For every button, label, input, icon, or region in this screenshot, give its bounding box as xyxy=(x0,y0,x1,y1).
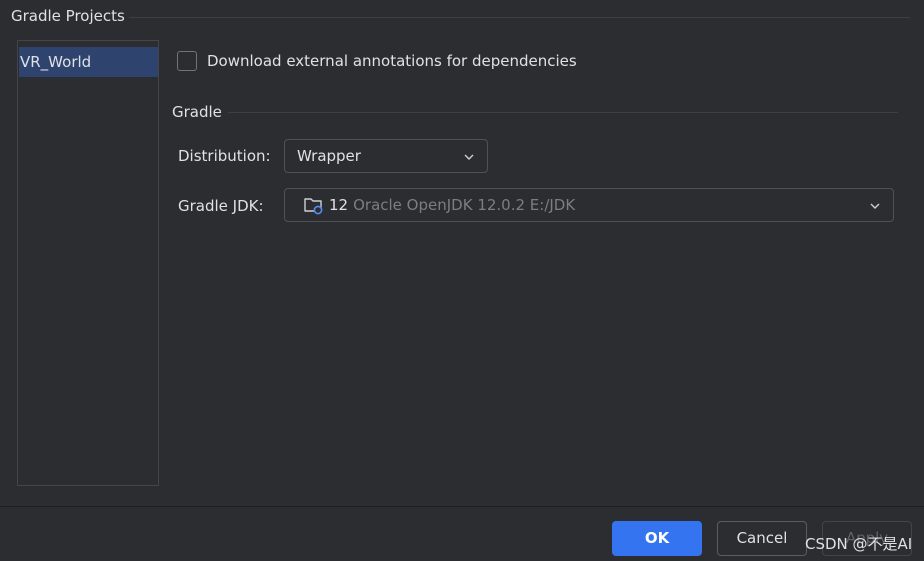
section-title-gradle-projects: Gradle Projects xyxy=(11,7,125,25)
gradle-projects-list[interactable]: VR_World xyxy=(17,40,159,486)
gradle-group-title: Gradle xyxy=(172,103,222,121)
footer-divider xyxy=(0,506,924,507)
chevron-down-icon xyxy=(870,203,880,209)
gradle-jdk-label: Gradle JDK: xyxy=(178,197,264,215)
download-annotations-checkbox[interactable] xyxy=(177,51,197,71)
ok-button[interactable]: OK xyxy=(612,521,702,556)
chevron-down-icon xyxy=(464,154,474,160)
distribution-label: Distribution: xyxy=(178,147,271,165)
cancel-button[interactable]: Cancel xyxy=(717,521,807,556)
distribution-value: Wrapper xyxy=(297,147,361,165)
download-annotations-option[interactable]: Download external annotations for depend… xyxy=(177,51,577,71)
gradle-settings-dialog: Gradle Projects VR_World Download extern… xyxy=(0,0,924,561)
folder-java-icon xyxy=(304,198,323,215)
jdk-description: Oracle OpenJDK 12.0.2 E:/JDK xyxy=(353,196,576,214)
jdk-version: 12 xyxy=(329,196,349,214)
project-item-vr-world[interactable]: VR_World xyxy=(19,47,158,77)
download-annotations-label[interactable]: Download external annotations for depend… xyxy=(207,51,577,71)
section-divider xyxy=(129,17,910,18)
distribution-dropdown[interactable]: Wrapper xyxy=(284,139,488,173)
gradle-jdk-dropdown[interactable]: 12 Oracle OpenJDK 12.0.2 E:/JDK xyxy=(284,188,894,222)
watermark: CSDN @不是AI xyxy=(805,535,913,553)
gradle-group-divider xyxy=(228,112,898,113)
